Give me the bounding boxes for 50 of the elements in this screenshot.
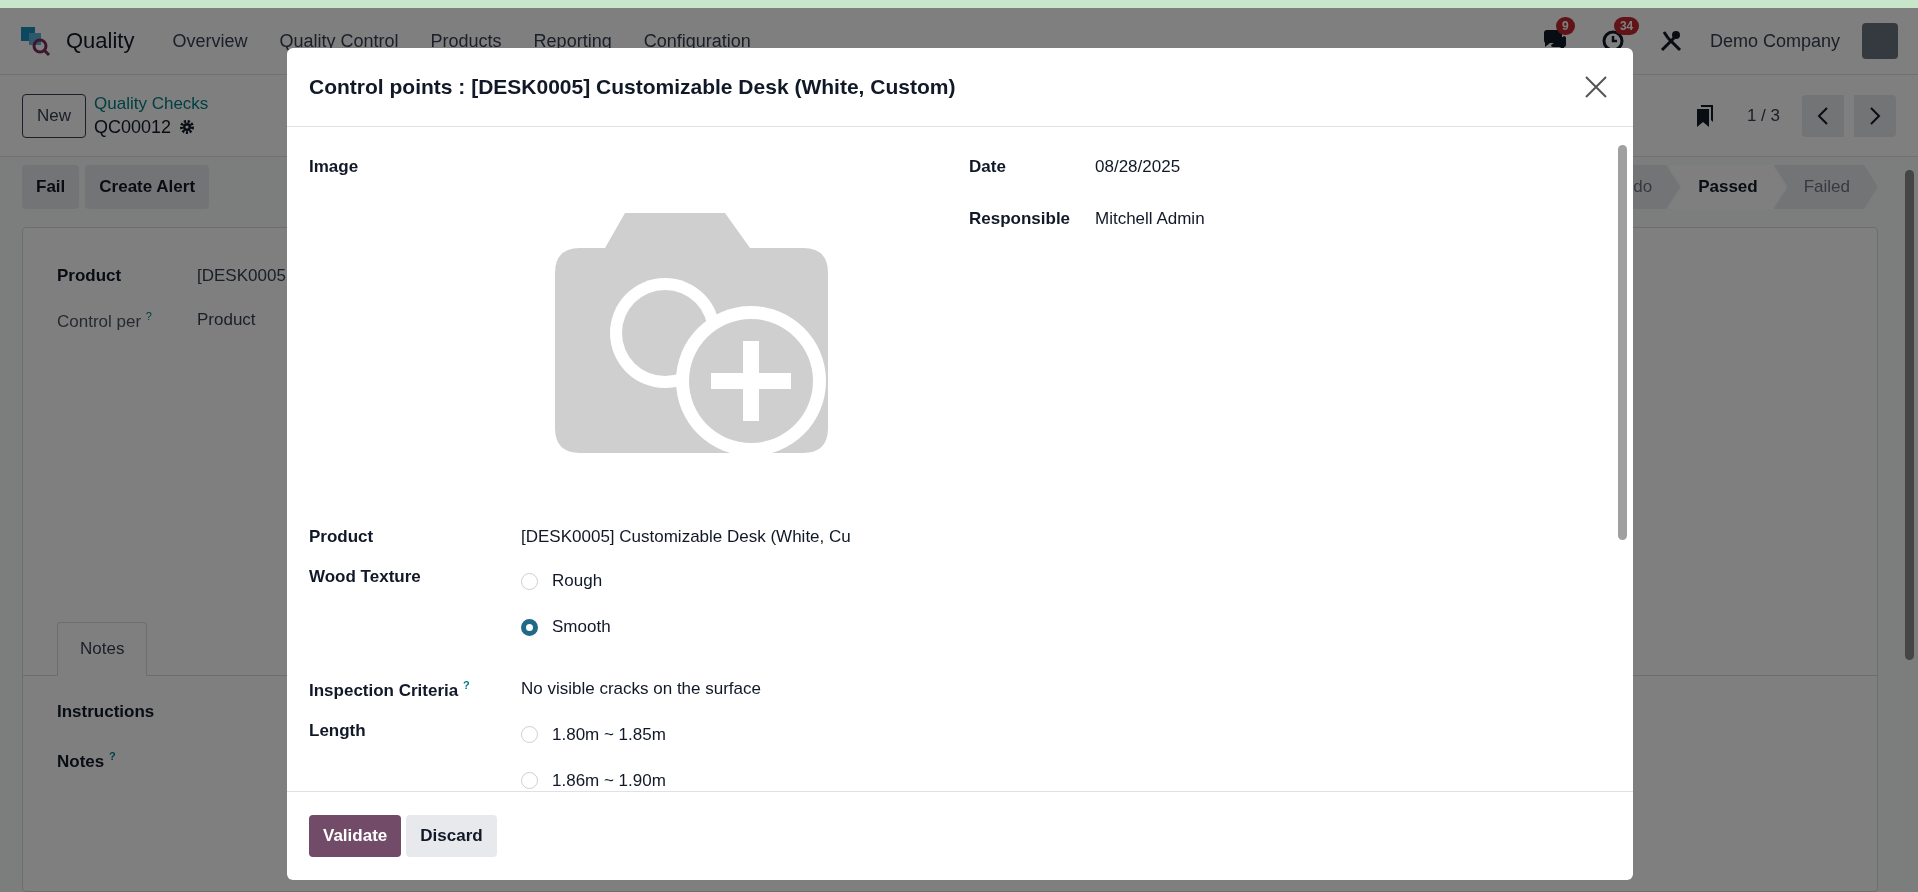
action-button[interactable]: Create Alert bbox=[85, 165, 210, 209]
status-stage[interactable]: Failed bbox=[1773, 165, 1878, 209]
notes-tab[interactable]: Notes bbox=[57, 621, 148, 676]
field-value: [DESK0005 bbox=[197, 266, 287, 286]
field-label: Wood Texture bbox=[309, 566, 422, 588]
new-button[interactable]: New bbox=[22, 93, 86, 138]
field-label: Notes $^{?}$ bbox=[57, 749, 116, 772]
bookmark-icon[interactable] bbox=[1694, 103, 1715, 128]
company-name[interactable]: Demo Company bbox=[1709, 30, 1840, 52]
notification-badge: 9 bbox=[1555, 17, 1575, 35]
radio-label[interactable]: 1.86m ~ 1.90m bbox=[552, 770, 666, 791]
radio-button[interactable] bbox=[521, 618, 538, 636]
pager-counter: 1 / 3 bbox=[1746, 105, 1780, 126]
discard-button[interactable]: Discard bbox=[406, 815, 497, 857]
chevron-left-icon[interactable] bbox=[1817, 106, 1829, 125]
tools-icon[interactable] bbox=[1658, 29, 1683, 53]
field-label: Product bbox=[309, 526, 375, 548]
breadcrumb-link[interactable]: Quality Checks bbox=[94, 93, 209, 114]
next-button[interactable] bbox=[1854, 94, 1896, 137]
menu-item[interactable]: Overview bbox=[160, 24, 260, 58]
field-value: No visible cracks on the surface bbox=[521, 678, 762, 700]
field-label: Instructions bbox=[57, 701, 155, 722]
radio-label[interactable]: 1.80m ~ 1.85m bbox=[552, 724, 666, 745]
record-name: QC00012 bbox=[94, 116, 172, 138]
action-button[interactable]: Fail bbox=[22, 165, 80, 209]
field-value: Mitchell Admin bbox=[1095, 208, 1206, 230]
page-scrollbar[interactable] bbox=[1905, 170, 1914, 660]
field-value: Product bbox=[197, 310, 257, 331]
field-value: [DESK0005] Customizable Desk (White, Cu bbox=[521, 526, 852, 548]
help-tooltip-mark[interactable]: ? bbox=[108, 749, 116, 762]
dialog-title: Control points : [DESK0005] Customizable Desk (White, Custom) bbox=[309, 75, 957, 99]
chevron-right-icon[interactable] bbox=[1869, 106, 1881, 125]
field-label: Responsible bbox=[969, 208, 1072, 230]
field-label: Length bbox=[309, 719, 367, 742]
settings-icon[interactable] bbox=[179, 119, 196, 135]
radio-label[interactable]: Smooth bbox=[552, 617, 611, 637]
field-label: Image bbox=[309, 156, 360, 178]
dialog-scrollbar[interactable] bbox=[1618, 145, 1627, 540]
validate-button[interactable]: Validate bbox=[309, 815, 402, 857]
radio-label[interactable]: Rough bbox=[552, 571, 603, 591]
app-logo-icon[interactable] bbox=[20, 25, 52, 57]
previous-button[interactable] bbox=[1802, 94, 1844, 137]
field-label: Product bbox=[57, 266, 123, 286]
field-label: Inspection Criteria $^{?}$ bbox=[309, 678, 471, 702]
notification-badge: 34 bbox=[1613, 17, 1640, 35]
app-name[interactable]: Quality bbox=[66, 28, 135, 54]
field-label: Date bbox=[969, 156, 1007, 178]
field-label: Control per $^{?}$ bbox=[57, 310, 153, 332]
field-value: 08/28/2025 bbox=[1095, 156, 1182, 178]
help-tooltip-mark[interactable]: ? bbox=[463, 679, 470, 691]
